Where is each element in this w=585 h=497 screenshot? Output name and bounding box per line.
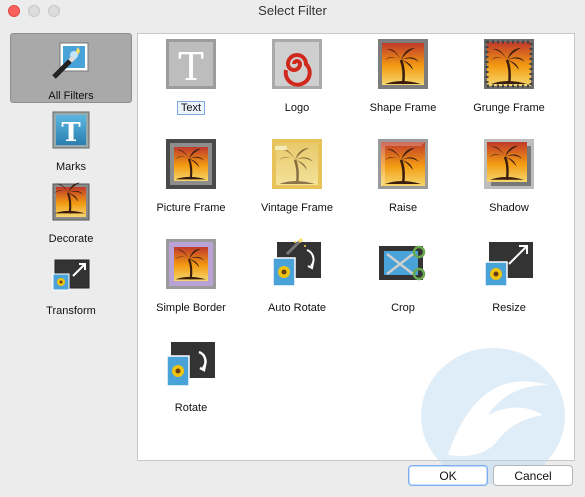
filter-label: Text bbox=[138, 101, 244, 115]
filter-grid: T Text Logo Shape Frame Grunge Frame Pic… bbox=[137, 33, 575, 461]
resize-icon bbox=[484, 242, 533, 287]
spiral-logo-icon bbox=[272, 39, 322, 89]
filter-tile-simple-border[interactable]: Simple Border bbox=[138, 234, 244, 330]
shadow-icon bbox=[484, 139, 534, 189]
filter-tile-vintage-frame[interactable]: Vintage Frame bbox=[244, 134, 350, 230]
filter-tile-logo[interactable]: Logo bbox=[244, 34, 350, 130]
window-title: Select Filter bbox=[258, 3, 327, 18]
text-t-icon: T bbox=[166, 39, 216, 89]
filter-label: Logo bbox=[284, 102, 310, 114]
sidebar-item-transform[interactable]: Transform bbox=[10, 249, 132, 319]
filter-tile-text[interactable]: T Text bbox=[138, 34, 244, 130]
filter-tile-crop[interactable]: Crop bbox=[350, 234, 456, 330]
filter-label: Grunge Frame bbox=[473, 102, 545, 114]
filter-tile-grunge-frame[interactable]: Grunge Frame bbox=[456, 34, 562, 130]
sidebar-item-marks[interactable]: T Marks bbox=[10, 105, 132, 175]
text-t-icon: T bbox=[52, 111, 90, 149]
filter-label: Auto Rotate bbox=[267, 302, 327, 314]
sidebar-item-all-filters[interactable]: All Filters bbox=[10, 33, 132, 103]
filter-label: Shape Frame bbox=[369, 102, 437, 114]
palm-frame-icon bbox=[52, 182, 90, 221]
minimize-window-button[interactable] bbox=[28, 5, 40, 17]
sidebar-item-decorate[interactable]: Decorate bbox=[10, 177, 132, 247]
filter-tile-auto-rotate[interactable]: Auto Rotate bbox=[244, 234, 350, 330]
filter-label: Vintage Frame bbox=[261, 202, 333, 214]
filter-tile-shadow[interactable]: Shadow bbox=[456, 134, 562, 230]
zoom-window-button[interactable] bbox=[48, 5, 60, 17]
filter-tile-raise[interactable]: Raise bbox=[350, 134, 456, 230]
sidebar-item-label: All Filters bbox=[48, 90, 94, 102]
filter-label: Resize bbox=[492, 302, 526, 314]
grunge-frame-icon bbox=[484, 39, 534, 89]
wand-icon bbox=[52, 42, 89, 79]
sidebar-item-label: Decorate bbox=[48, 233, 94, 245]
auto-rotate-icon bbox=[272, 238, 321, 287]
filter-label: Simple Border bbox=[156, 302, 226, 314]
picture-frame-icon bbox=[166, 139, 216, 189]
svg-text:T: T bbox=[178, 45, 203, 89]
filter-label: Crop bbox=[391, 302, 415, 314]
svg-text:T: T bbox=[61, 118, 81, 148]
cancel-button[interactable]: Cancel bbox=[493, 465, 573, 486]
sidebar-item-label: Transform bbox=[46, 305, 96, 317]
sidebar-item-label: Marks bbox=[56, 161, 86, 173]
rotate-icon bbox=[166, 342, 215, 387]
filter-tile-picture-frame[interactable]: Picture Frame bbox=[138, 134, 244, 230]
ok-button[interactable]: OK bbox=[408, 465, 488, 486]
filter-tile-rotate[interactable]: Rotate bbox=[138, 334, 244, 430]
filter-label: Rotate bbox=[174, 402, 208, 414]
palm-frame-icon bbox=[378, 39, 428, 89]
filter-label: Shadow bbox=[489, 202, 529, 214]
filter-tile-shape-frame[interactable]: Shape Frame bbox=[350, 34, 456, 130]
category-sidebar: All Filters T Marks Decorate Transform bbox=[10, 33, 132, 463]
title-bar: Select Filter bbox=[0, 0, 585, 22]
raise-icon bbox=[378, 139, 428, 189]
filter-label: Picture Frame bbox=[156, 202, 226, 214]
close-window-button[interactable] bbox=[8, 5, 20, 17]
resize-icon bbox=[52, 259, 90, 291]
filter-label: Raise bbox=[388, 202, 418, 214]
filter-tile-resize[interactable]: Resize bbox=[456, 234, 562, 330]
simple-border-icon bbox=[166, 239, 216, 289]
vintage-frame-icon bbox=[272, 139, 322, 189]
crop-icon bbox=[379, 245, 426, 281]
